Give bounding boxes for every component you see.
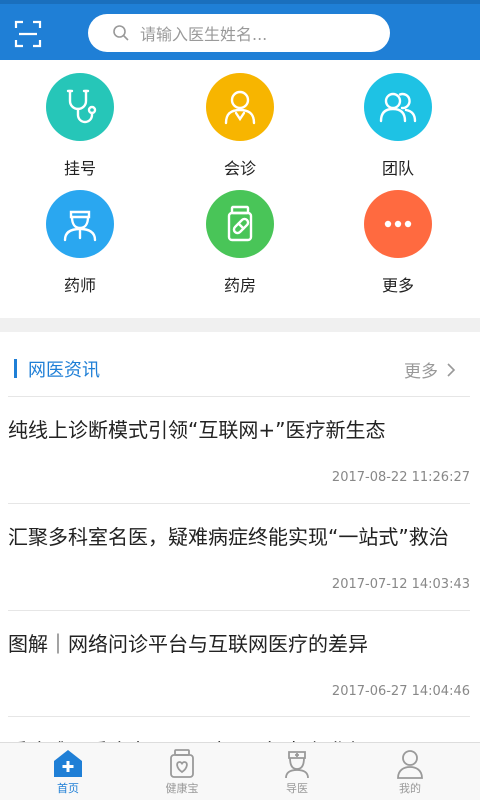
menu-item-team[interactable]: 团队 [338,73,458,193]
tab-home[interactable]: 首页 [8,743,128,800]
title-accent-bar [14,359,17,378]
section-divider [0,318,480,332]
menu-label: 团队 [381,159,414,178]
stethoscope-icon [46,73,114,141]
medicine-jar-icon [206,190,274,258]
news-item-title: 纯线上诊断模式引领“互联网+”医疗新生态 [8,418,386,442]
menu-label: 药师 [63,276,96,295]
more-dots-icon [364,190,432,258]
news-item-date: 2017-08-22 11:26:27 [331,470,470,485]
health-box-icon [170,749,194,778]
top-bar: 请输入医生姓名... [0,0,480,60]
bottom-tab-bar: 首页 健康宝 导医 我的 [0,742,480,800]
tab-label: 首页 [57,782,79,795]
menu-label: 更多 [381,276,414,295]
news-more-link[interactable]: 更多 [404,357,456,382]
team-icon [364,73,432,141]
search-placeholder: 请输入医生姓名... [140,25,268,44]
menu-item-consult[interactable]: 会诊 [180,73,300,193]
tab-label: 健康宝 [165,782,199,795]
news-item[interactable]: 图解｜网络问诊平台与互联网医疗的差异 2017-06-27 14:04:46 [8,610,470,718]
scan-icon [14,20,42,48]
news-item-date: 2017-06-27 14:04:46 [331,684,470,699]
doctor-icon [206,73,274,141]
pharmacist-icon [46,190,114,258]
tab-label: 导医 [286,782,308,795]
search-icon [113,25,129,41]
tab-label: 我的 [399,782,421,795]
nurse-icon [285,751,309,779]
more-label: 更多 [404,362,438,382]
home-cross-icon [54,750,82,777]
news-item[interactable]: 纯线上诊断模式引领“互联网+”医疗新生态 2017-08-22 11:26:27 [8,396,470,504]
news-header: 网医资讯 更多 [0,332,480,396]
tab-guide[interactable]: 导医 [237,743,357,800]
menu-label: 药房 [223,276,256,295]
news-item-date: 2017-07-12 14:03:43 [331,577,470,592]
search-bar[interactable]: 请输入医生姓名... [88,14,390,52]
tab-health-box[interactable]: 健康宝 [122,743,242,800]
chevron-right-icon [447,362,456,377]
person-icon [397,750,423,779]
scan-button[interactable] [12,18,44,50]
news-item-title: 汇聚多科室名医，疑难病症终能实现“一站式”救治 [8,525,449,549]
menu-item-pharmacy[interactable]: 药房 [180,190,300,310]
menu-item-pharmacist[interactable]: 药师 [20,190,140,310]
news-item[interactable]: 汇聚多科室名医，疑难病症终能实现“一站式”救治 2017-07-12 14:03… [8,503,470,611]
menu-label: 挂号 [63,159,96,178]
news-title: 网医资讯 [28,360,100,381]
menu-item-register[interactable]: 挂号 [20,73,140,193]
tab-mine[interactable]: 我的 [350,743,470,800]
news-item-title: 图解｜网络问诊平台与互联网医疗的差异 [8,632,368,656]
service-grid: 挂号 会诊 团队 药师 药房 更多 [0,60,480,318]
menu-label: 会诊 [223,159,256,178]
menu-item-more[interactable]: 更多 [338,190,458,310]
